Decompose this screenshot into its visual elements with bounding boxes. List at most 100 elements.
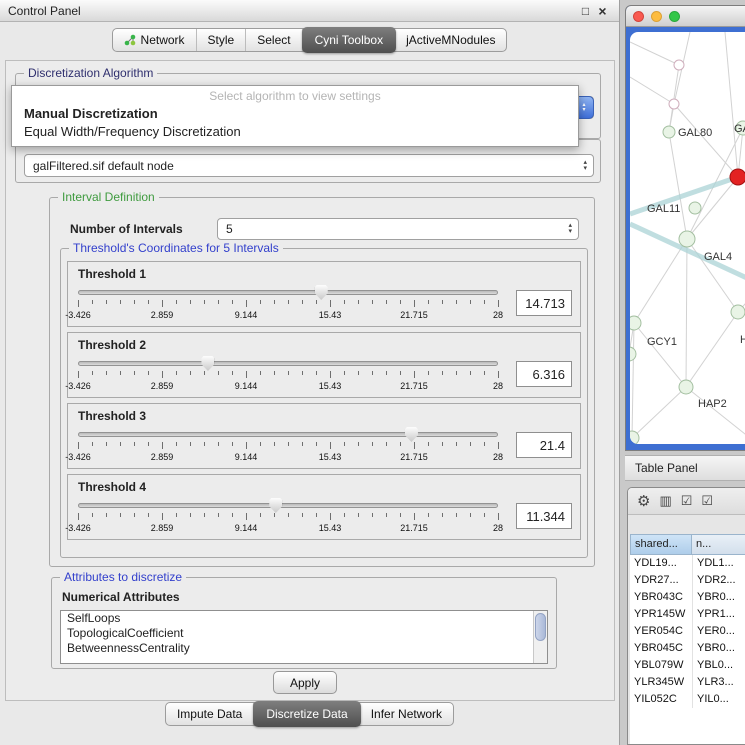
- tab-network[interactable]: Network: [113, 29, 197, 51]
- attribute-list-item[interactable]: TopologicalCoefficient: [61, 626, 547, 641]
- cell-name[interactable]: YPR1...: [692, 606, 745, 623]
- cell-name[interactable]: YIL0...: [692, 691, 745, 708]
- cell-name[interactable]: YLR3...: [692, 674, 745, 691]
- float-icon[interactable]: □: [577, 4, 594, 18]
- select-columns-icon[interactable]: ☑: [701, 493, 713, 509]
- network-edge[interactable]: [632, 323, 634, 438]
- algorithm-popup-item[interactable]: Manual Discretization: [12, 105, 578, 123]
- network-node-hap2[interactable]: [679, 380, 693, 394]
- network-node-gal4[interactable]: [679, 231, 695, 247]
- network-node[interactable]: [730, 169, 745, 185]
- network-edge[interactable]: [632, 387, 686, 438]
- table-row[interactable]: YLR345WYLR3...: [630, 674, 745, 691]
- slider-thumb[interactable]: [201, 356, 214, 371]
- algorithm-popup-item[interactable]: Equal Width/Frequency Discretization: [12, 123, 578, 141]
- network-node-gcy1[interactable]: [630, 316, 641, 330]
- network-node[interactable]: [674, 60, 684, 70]
- cell-shared-name[interactable]: YER054C: [630, 623, 692, 640]
- network-edge[interactable]: [725, 32, 738, 177]
- network-node[interactable]: [669, 99, 679, 109]
- column-header-name[interactable]: n...: [692, 534, 745, 555]
- cell-shared-name[interactable]: YDL19...: [630, 555, 692, 572]
- attributes-scrollbar[interactable]: [533, 611, 547, 663]
- cell-name[interactable]: YBR0...: [692, 640, 745, 657]
- tab-cyni-toolbox[interactable]: Cyni Toolbox: [302, 27, 396, 53]
- tab-infer-network[interactable]: Infer Network: [360, 703, 453, 725]
- column-header-shared-name[interactable]: shared...: [630, 534, 692, 555]
- close-traffic-light-icon[interactable]: [633, 11, 644, 22]
- slider-track[interactable]: [78, 361, 498, 366]
- network-edge[interactable]: [630, 77, 674, 104]
- network-edge[interactable]: [686, 239, 687, 387]
- cell-shared-name[interactable]: YLR345W: [630, 674, 692, 691]
- slider-thumb[interactable]: [315, 285, 328, 300]
- table-row[interactable]: YIL052CYIL0...: [630, 691, 745, 708]
- network-node[interactable]: [630, 347, 636, 361]
- scrollbar-thumb[interactable]: [535, 613, 546, 641]
- zoom-traffic-light-icon[interactable]: [669, 11, 680, 22]
- threshold-value-field[interactable]: 14.713: [516, 290, 572, 316]
- network-graph[interactable]: GAL80GAGAL11GAL4GCY1HAP2H: [630, 32, 745, 444]
- table-row[interactable]: YBR045CYBR0...: [630, 640, 745, 657]
- cell-name[interactable]: YDL1...: [692, 555, 745, 572]
- apply-button[interactable]: Apply: [273, 671, 337, 694]
- slider-thumb[interactable]: [405, 427, 418, 442]
- network-node-h[interactable]: [731, 305, 745, 319]
- threshold-slider[interactable]: -3.4262.8599.14415.4321.71528: [76, 354, 500, 394]
- table-row[interactable]: YDR27...YDR2...: [630, 572, 745, 589]
- numerical-attributes-list[interactable]: SelfLoopsTopologicalCoefficientBetweenne…: [60, 610, 548, 664]
- network-edge[interactable]: [674, 104, 738, 177]
- threshold-slider[interactable]: -3.4262.8599.14415.4321.71528: [76, 496, 500, 536]
- tab-jactivemnodules[interactable]: jActiveMNodules: [395, 29, 506, 51]
- cell-shared-name[interactable]: YDR27...: [630, 572, 692, 589]
- network-edge[interactable]: [686, 387, 745, 442]
- cell-name[interactable]: YBR0...: [692, 589, 745, 606]
- slider-track[interactable]: [78, 290, 498, 295]
- network-edge[interactable]: [687, 239, 738, 312]
- slider-track[interactable]: [78, 432, 498, 437]
- slider-thumb[interactable]: [269, 498, 282, 513]
- columns-icon[interactable]: ▥: [659, 493, 671, 509]
- table-row[interactable]: YPR145WYPR1...: [630, 606, 745, 623]
- network-canvas[interactable]: GAL80GAGAL11GAL4GCY1HAP2H: [630, 32, 745, 444]
- attribute-list-item[interactable]: BetweennessCentrality: [61, 641, 547, 656]
- cell-name[interactable]: YER0...: [692, 623, 745, 640]
- table-data-combobox[interactable]: galFiltered.sif default node ▴▾: [24, 154, 594, 177]
- threshold-slider[interactable]: -3.4262.8599.14415.4321.71528: [76, 283, 500, 323]
- close-icon[interactable]: ×: [594, 3, 611, 19]
- threshold-slider[interactable]: -3.4262.8599.14415.4321.71528: [76, 425, 500, 465]
- table-row[interactable]: YER054CYER0...: [630, 623, 745, 640]
- select-all-columns-icon[interactable]: ☑: [681, 493, 693, 509]
- table-row[interactable]: YBR043CYBR0...: [630, 589, 745, 606]
- attribute-list-item[interactable]: SelfLoops: [61, 611, 547, 626]
- network-node-gal80[interactable]: [663, 126, 675, 138]
- cell-shared-name[interactable]: YPR145W: [630, 606, 692, 623]
- tab-style[interactable]: Style: [197, 29, 247, 51]
- tab-discretize-data[interactable]: Discretize Data: [253, 701, 360, 727]
- cell-name[interactable]: YBL0...: [692, 657, 745, 674]
- cell-shared-name[interactable]: YBL079W: [630, 657, 692, 674]
- threshold-value-field[interactable]: 6.316: [516, 361, 572, 387]
- cell-name[interactable]: YDR2...: [692, 572, 745, 589]
- tab-select[interactable]: Select: [246, 29, 302, 51]
- network-edge[interactable]: [686, 312, 738, 387]
- slider-track[interactable]: [78, 503, 498, 508]
- num-intervals-combobox[interactable]: 5 ▴▾: [217, 218, 579, 240]
- cell-shared-name[interactable]: YBR043C: [630, 589, 692, 606]
- network-edge[interactable]: [669, 132, 687, 239]
- minimize-traffic-light-icon[interactable]: [651, 11, 662, 22]
- network-edge[interactable]: [630, 42, 679, 65]
- threshold-value-field[interactable]: 21.4: [516, 432, 572, 458]
- combo-stepper-icon[interactable]: ▴▾: [583, 155, 587, 176]
- cell-shared-name[interactable]: YIL052C: [630, 691, 692, 708]
- table-row[interactable]: YDL19...YDL1...: [630, 555, 745, 572]
- gear-icon[interactable]: ⚙: [637, 492, 650, 510]
- threshold-value-field[interactable]: 11.344: [516, 503, 572, 529]
- network-edge[interactable]: [634, 239, 687, 323]
- tab-impute-data[interactable]: Impute Data: [166, 703, 254, 725]
- cell-shared-name[interactable]: YBR045C: [630, 640, 692, 657]
- table-row[interactable]: YBL079WYBL0...: [630, 657, 745, 674]
- network-edge[interactable]: [634, 323, 686, 387]
- combo-stepper-icon[interactable]: ▴▾: [568, 219, 572, 239]
- network-node-gal11[interactable]: [689, 202, 701, 214]
